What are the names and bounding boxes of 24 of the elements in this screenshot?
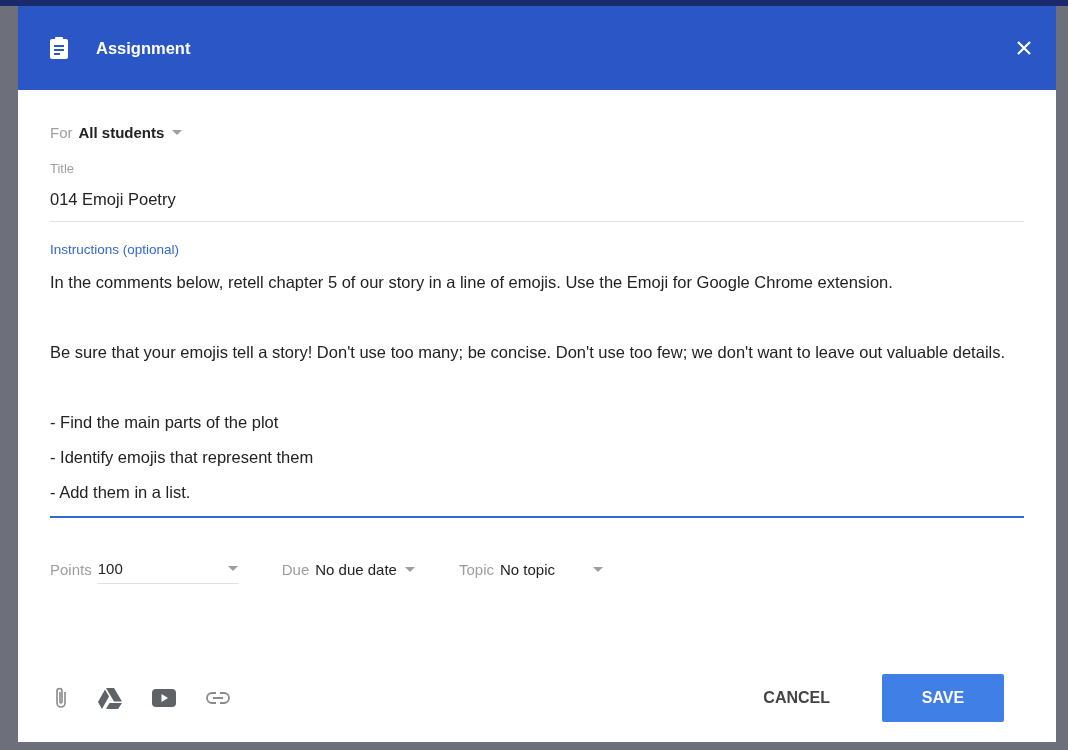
dropdown-caret-icon: [172, 130, 183, 135]
link-icon[interactable]: [206, 692, 230, 704]
points-label: Points: [50, 560, 92, 578]
topic-label: Topic: [458, 560, 494, 578]
instructions-field[interactable]: In the comments below, retell chapter 5 of our story in a line of emojis. Use the Emoji for Google Chrome extension. Be sure that your emojis tell a story! Don't use too many; be concise. Don't use too few; we don't want to leave out valuable details. - Find the main parts of the plot - Identify emojis that represent them - Add them in a list.: [50, 265, 1024, 518]
clipboard-icon: [50, 37, 68, 59]
save-button[interactable]: SAVE: [882, 674, 1004, 722]
points-dropdown[interactable]: 100: [97, 554, 238, 584]
topic-dropdown[interactable]: No topic: [500, 560, 604, 578]
paperclip-icon[interactable]: [54, 686, 68, 710]
dropdown-caret-icon: [227, 566, 238, 571]
due-dropdown[interactable]: No due date: [315, 560, 415, 578]
video-icon[interactable]: [152, 689, 176, 707]
cancel-button[interactable]: CANCEL: [747, 677, 846, 719]
dropdown-caret-icon: [593, 566, 604, 572]
title-field[interactable]: 014 Emoji Poetry: [50, 190, 1024, 222]
dropdown-caret-icon: [404, 566, 415, 572]
drive-icon[interactable]: [98, 687, 122, 709]
instructions-label: Instructions (optional): [50, 242, 181, 257]
students-dropdown[interactable]: All students: [78, 124, 183, 141]
for-label: For: [50, 124, 73, 141]
due-label: Due: [281, 560, 310, 578]
title-label: Title: [50, 161, 76, 176]
dialog-title: Assignment: [96, 38, 192, 58]
